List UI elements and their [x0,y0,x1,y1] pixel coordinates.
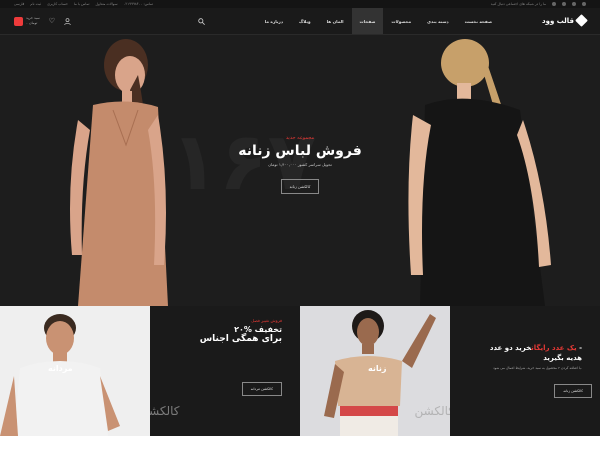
social-text: ما را در شبکه های اجتماعی دنبال کنید [490,2,546,6]
cart-button[interactable]: سبد خرید ۰ تومان [14,16,40,26]
hero-content: مجموعه جدید فروش لباس زنانه تحویل سراسر … [200,135,400,194]
nav-products[interactable]: محصولات [383,8,419,34]
facebook-icon[interactable] [572,2,576,6]
page-bottom [0,436,600,450]
nav-pages[interactable]: صفحات [351,8,384,34]
watermark-text-2: کالکشن [414,404,451,418]
women-caption: زنانه [368,364,387,373]
nav-blog[interactable]: وبلاگ [291,8,319,34]
nav-categories[interactable]: دسته بندی [419,8,457,34]
men-model-image [0,314,120,436]
gift-title: هدیه بگیرید [543,354,582,362]
promo-banners: مردانه فروش تغییر فصل ۲۰% تخفیف برای همگ… [0,306,600,436]
sale-banner: فروش تغییر فصل ۲۰% تخفیف برای همگی اجناس… [150,306,300,436]
faq-link[interactable]: سوالات متداول [95,2,117,6]
model-left-image [70,39,168,306]
hero-title: فروش لباس زنانه [238,143,362,159]
social-links: ما را در شبکه های اجتماعی دنبال کنید [491,2,586,6]
hero-slider: ۱۶۷ مجموعه جدید فروش لباس زنانه تحویل سر… [0,35,600,306]
men-caption: مردانه [48,364,73,373]
women-banner[interactable]: زنانه کالکشن [300,306,450,436]
search-icon[interactable] [198,18,205,27]
nav-about[interactable]: درباره ما [257,8,291,34]
women-collection-button[interactable]: کالکشن زنانه [554,384,592,398]
account-link[interactable]: حساب کاربری [47,2,68,6]
model-right-image [408,39,551,306]
main-nav: صفحه نخست دسته بندی محصولات صفحات المان … [257,8,500,34]
gift-text: یک عدد رایگانخرید دو عدد - هدیه بگیرید ب… [490,344,582,370]
logo-text: قالب وود [542,16,574,25]
watermark-text: کالکشن [150,404,180,418]
top-bar-links: فارسی ثبت نام حساب کاربری تماس با ما سوا… [14,2,153,6]
twitter-icon[interactable] [562,2,566,6]
language-link[interactable]: فارسی [14,2,24,6]
sale-tag: فروش تغییر فصل [251,318,282,323]
user-icon[interactable] [64,17,72,25]
sale-title: برای همگی اجناس [199,334,282,344]
register-link[interactable]: ثبت نام [30,2,41,6]
contact-link[interactable]: تماس با ما [74,2,90,6]
hero-cta-button[interactable]: کالکشن زنانه [280,179,320,194]
cart-total: ۰ تومان [26,21,38,25]
heart-icon[interactable]: ♡ [48,17,56,25]
men-collection-button[interactable]: کالکشن مردانه [241,382,282,396]
cart-icon [14,16,23,26]
nav-home[interactable]: صفحه نخست [457,8,500,34]
hero-tag: مجموعه جدید [285,135,315,141]
sale-text: فروش تغییر فصل ۲۰% تخفیف برای همگی اجناس [200,318,282,344]
instagram-icon[interactable] [552,2,556,6]
header-actions: سبد خرید ۰ تومان ♡ [14,16,72,26]
nav-elements[interactable]: المان ها [319,8,352,34]
top-bar: فارسی ثبت نام حساب کاربری تماس با ما سوا… [0,0,600,8]
site-logo[interactable]: قالب وود [542,14,588,27]
gift-banner: یک عدد رایگانخرید دو عدد - هدیه بگیرید ب… [450,306,600,436]
phone-text: تماس: ۰۲۱۹۹۹۸۴۰۰ [123,2,153,6]
gift-free-text: یک عدد رایگان [531,344,577,352]
gift-note: با اضافه کردن ۲ محصول به سبد خرید، شرایط… [493,366,582,370]
logo-mark-icon [575,14,588,27]
men-banner[interactable]: مردانه [0,306,150,436]
main-header: سبد خرید ۰ تومان ♡ صفحه نخست دسته بندی م… [0,8,600,35]
sale-discount: ۲۰% تخفیف [234,325,282,334]
telegram-icon[interactable] [582,2,586,6]
hero-subtitle: تحویل سراسر کشور ۱,۴۰۰,۰۰۰ تومان [268,162,332,167]
